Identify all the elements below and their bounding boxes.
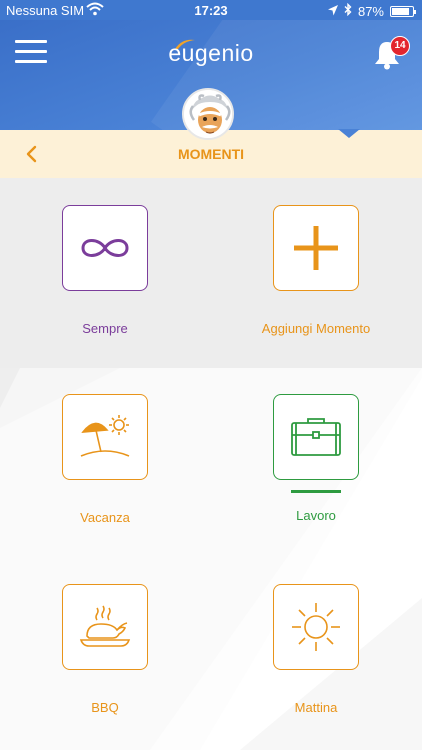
moment-label: BBQ (91, 700, 119, 715)
moment-tile-bbq[interactable]: BBQ (35, 584, 175, 715)
roast-chicken-icon (79, 605, 131, 647)
moment-tile-lavoro[interactable]: Lavoro (246, 394, 386, 523)
moment-icon-box[interactable] (273, 394, 359, 480)
battery-percent: 87% (357, 3, 384, 19)
moment-label: Mattina (294, 700, 338, 715)
page-title: MOMENTI (177, 146, 245, 162)
moment-tile-vacanza[interactable]: Vacanza (35, 394, 175, 525)
moment-label: Sempre (82, 321, 128, 336)
moment-tile-aggiungi-momento[interactable]: Aggiungi Momento (246, 205, 386, 336)
plus-icon (294, 226, 338, 270)
notifications-bell-icon[interactable]: 14 (372, 36, 410, 70)
moment-label: Lavoro (296, 508, 336, 523)
user-avatar[interactable] (182, 88, 234, 140)
moment-label: Vacanza (80, 510, 130, 525)
beach-umbrella-icon (80, 415, 130, 457)
moment-icon-box[interactable] (273, 584, 359, 670)
add-moment-button[interactable] (273, 205, 359, 291)
location-icon (327, 4, 338, 19)
moment-icon-box[interactable] (62, 584, 148, 670)
briefcase-icon (291, 418, 341, 456)
moment-tile-mattina[interactable]: Mattina (246, 584, 386, 715)
bluetooth-icon (344, 2, 352, 19)
selected-indicator (291, 490, 341, 493)
moment-icon-box[interactable] (62, 394, 148, 480)
app-logo: eugenio (168, 40, 254, 66)
status-bar: Nessuna SIM 17:23 87% (0, 0, 422, 20)
sun-icon (292, 603, 340, 651)
battery-icon (390, 5, 416, 17)
moment-label: Aggiungi Momento (261, 321, 371, 336)
notification-badge: 14 (390, 36, 410, 56)
moment-icon-box[interactable] (62, 205, 148, 291)
infinity-icon (81, 239, 129, 257)
moment-tile-sempre[interactable]: Sempre (35, 205, 175, 336)
moments-grid: Sempre Aggiungi Momento Vacanza Lavoro B… (0, 178, 422, 750)
